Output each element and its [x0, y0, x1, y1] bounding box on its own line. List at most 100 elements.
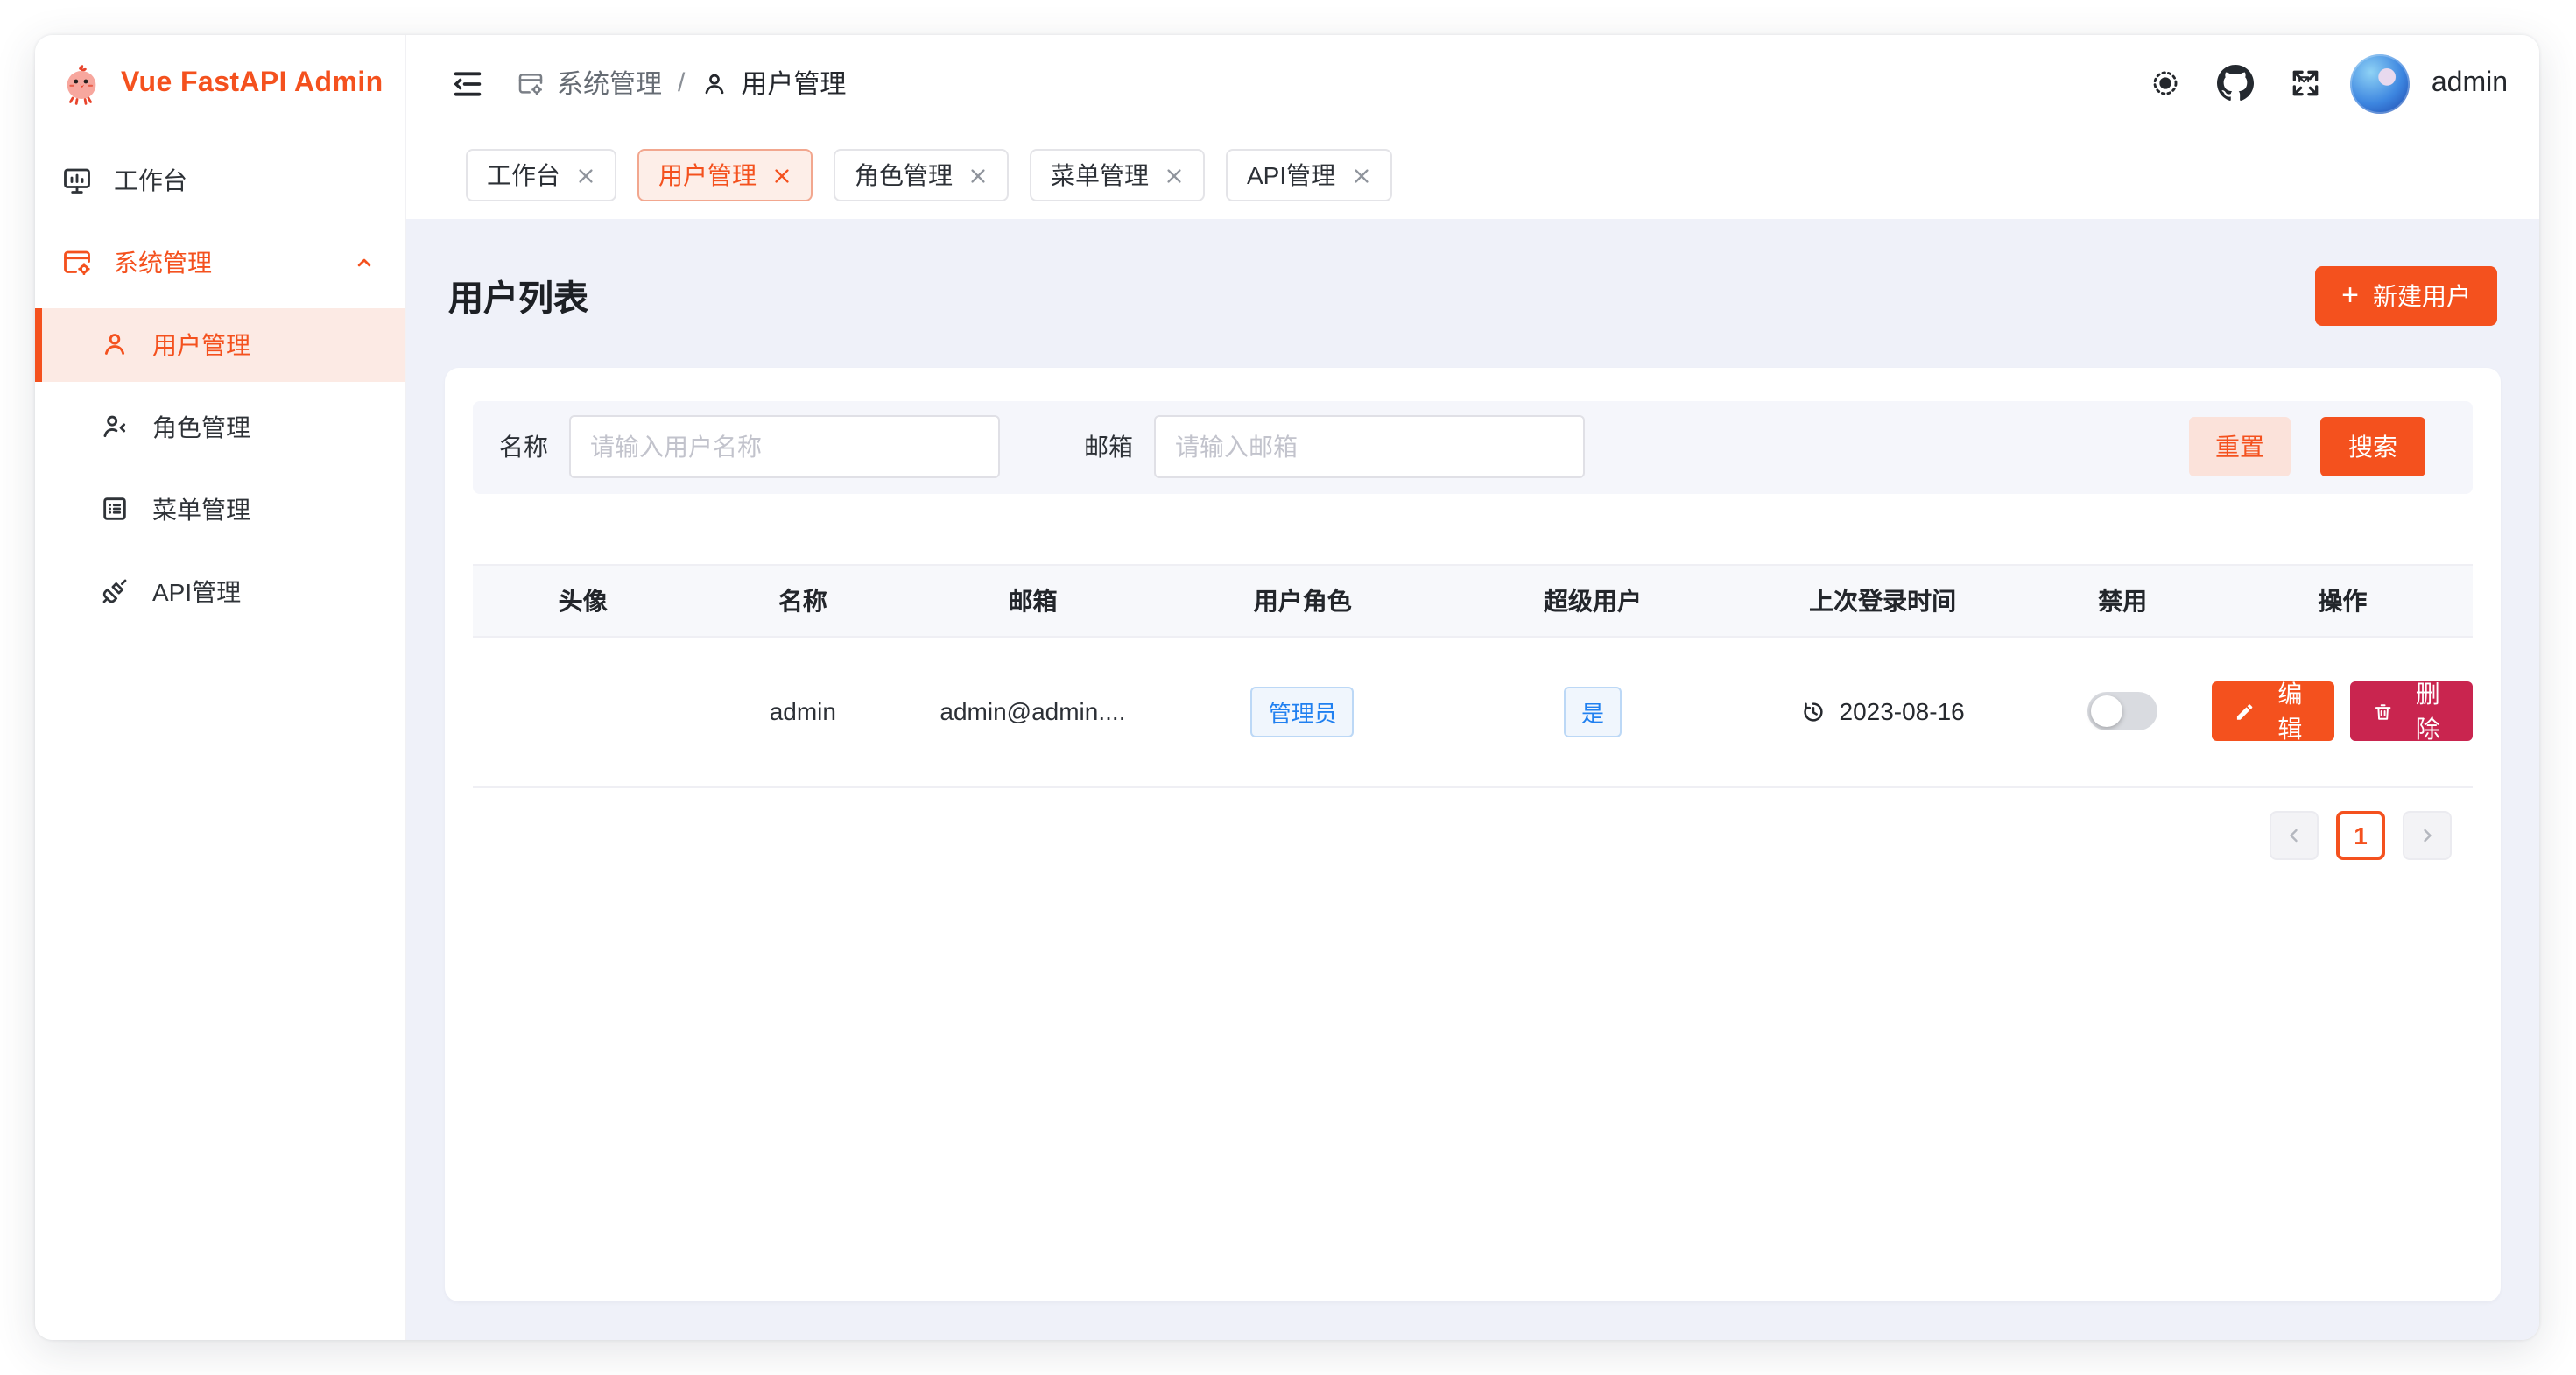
last-login-value: 2023-08-16: [1840, 698, 1965, 726]
email-field-label: 邮箱: [1084, 430, 1133, 465]
pencil-icon: [2235, 701, 2256, 723]
sidebar: Vue FastAPI Admin 工作台: [35, 35, 406, 1340]
tab-bar: 工作台 用户管理 角色管理: [406, 131, 2539, 219]
brand-title: Vue FastAPI Admin: [121, 67, 384, 99]
chick-logo-icon: [60, 60, 105, 106]
column-header-actions: 操作: [2213, 583, 2473, 618]
sidebar-item-label: 菜单管理: [152, 492, 250, 527]
tab-label: 工作台: [487, 158, 560, 193]
cell-role: 管理员: [1153, 687, 1453, 737]
sidebar-item-label: 工作台: [114, 163, 187, 198]
breadcrumb-separator: /: [678, 68, 685, 98]
tab-label: 菜单管理: [1051, 158, 1149, 193]
edit-button-label: 编辑: [2268, 682, 2312, 742]
github-icon[interactable]: [2211, 59, 2260, 108]
search-actions: 重置 搜索: [2189, 418, 2446, 477]
breadcrumb-label: 用户管理: [741, 65, 846, 102]
name-search-input[interactable]: [569, 416, 1000, 479]
theme-sun-icon[interactable]: [2141, 59, 2190, 108]
breadcrumb-item-system[interactable]: 系统管理: [517, 65, 662, 102]
user-avatar[interactable]: [2351, 53, 2411, 113]
cell-disabled: [2032, 693, 2213, 731]
breadcrumb: 系统管理 / 用户管理: [517, 65, 846, 102]
table-header-row: 头像 名称 邮箱 用户角色 超级用户 上次登录时间 禁用 操作: [473, 566, 2473, 638]
tab-apis[interactable]: API管理: [1226, 149, 1391, 201]
user-icon: [700, 69, 728, 97]
column-header-last-login: 上次登录时间: [1733, 583, 2033, 618]
column-header-superuser: 超级用户: [1453, 583, 1733, 618]
sidebar-menu: 工作台 系统管理: [35, 131, 405, 629]
cell-email: admin@admin....: [912, 698, 1152, 726]
window-settings-icon: [61, 247, 93, 279]
search-panel: 名称 邮箱 重置 搜索: [473, 401, 2473, 494]
users-table: 头像 名称 邮箱 用户角色 超级用户 上次登录时间 禁用 操作 admin: [473, 564, 2473, 788]
user-icon: [100, 329, 131, 361]
sidebar-item-label: 系统管理: [114, 245, 212, 280]
cell-superuser: 是: [1453, 687, 1733, 737]
api-plug-icon: [100, 576, 131, 608]
content-area: 用户列表 + 新建用户 名称 邮箱 重置: [406, 219, 2539, 1340]
sidebar-item-system[interactable]: 系统管理: [35, 226, 405, 300]
sidebar-item-label: API管理: [152, 575, 241, 610]
tab-label: 用户管理: [658, 158, 757, 193]
pagination-next-button[interactable]: [2403, 811, 2452, 860]
stage: Vue FastAPI Admin 工作台: [0, 0, 2576, 1375]
pagination: 1: [473, 811, 2473, 860]
sidebar-collapse-icon[interactable]: [443, 59, 492, 108]
tab-roles[interactable]: 角色管理: [834, 149, 1009, 201]
column-header-avatar: 头像: [473, 583, 693, 618]
topbar: 系统管理 / 用户管理: [406, 35, 2539, 131]
sidebar-item-apis[interactable]: API管理: [35, 555, 405, 629]
app-window: Vue FastAPI Admin 工作台: [35, 35, 2539, 1340]
delete-button-label: 删除: [2406, 682, 2450, 742]
sidebar-item-label: 角色管理: [152, 410, 250, 445]
main-column: 系统管理 / 用户管理: [406, 35, 2539, 1340]
sidebar-item-roles[interactable]: 角色管理: [35, 391, 405, 464]
trash-icon: [2373, 701, 2393, 723]
breadcrumb-item-users[interactable]: 用户管理: [700, 65, 846, 102]
new-user-button-label: 新建用户: [2373, 279, 2471, 314]
search-button[interactable]: 搜索: [2320, 418, 2425, 477]
fullscreen-icon[interactable]: [2281, 59, 2330, 108]
cell-name: admin: [693, 698, 912, 726]
cell-actions: 编辑 删除: [2213, 682, 2473, 742]
delete-button[interactable]: 删除: [2350, 682, 2472, 742]
tab-close-icon[interactable]: [968, 166, 988, 185]
superuser-tag: 是: [1564, 687, 1622, 737]
column-header-email: 邮箱: [912, 583, 1152, 618]
pagination-prev-button[interactable]: [2270, 811, 2319, 860]
pagination-page-1[interactable]: 1: [2336, 811, 2385, 860]
brand[interactable]: Vue FastAPI Admin: [35, 35, 405, 131]
tab-close-icon[interactable]: [576, 166, 595, 185]
new-user-button[interactable]: + 新建用户: [2315, 266, 2497, 326]
tab-menus[interactable]: 菜单管理: [1030, 149, 1205, 201]
role-tag: 管理员: [1251, 687, 1355, 737]
column-header-role: 用户角色: [1153, 583, 1453, 618]
plus-icon: +: [2341, 280, 2359, 310]
column-header-disabled: 禁用: [2032, 583, 2213, 618]
window-settings-icon: [517, 69, 545, 97]
sidebar-item-users[interactable]: 用户管理: [35, 308, 405, 382]
table-row: admin admin@admin.... 管理员 是: [473, 638, 2473, 788]
edit-button[interactable]: 编辑: [2213, 682, 2334, 742]
sidebar-item-workbench[interactable]: 工作台: [35, 144, 405, 217]
tab-users[interactable]: 用户管理: [637, 149, 813, 201]
tab-workbench[interactable]: 工作台: [466, 149, 616, 201]
user-list-card: 名称 邮箱 重置 搜索 头像 名称: [445, 368, 2501, 1301]
column-header-name: 名称: [693, 583, 912, 618]
username-label[interactable]: admin: [2432, 67, 2508, 99]
clock-history-icon: [1801, 699, 1827, 725]
tab-close-icon[interactable]: [1351, 166, 1370, 185]
tab-close-icon[interactable]: [772, 166, 792, 185]
tab-label: API管理: [1247, 158, 1335, 193]
sidebar-item-menus[interactable]: 菜单管理: [35, 473, 405, 546]
reset-button[interactable]: 重置: [2189, 418, 2291, 477]
name-field-label: 名称: [499, 430, 548, 465]
breadcrumb-label: 系统管理: [557, 65, 662, 102]
tab-label: 角色管理: [855, 158, 953, 193]
tab-close-icon[interactable]: [1165, 166, 1184, 185]
email-search-input[interactable]: [1154, 416, 1585, 479]
disabled-toggle[interactable]: [2087, 693, 2157, 731]
chevron-right-icon: [2417, 825, 2438, 846]
toggle-knob: [2091, 696, 2122, 728]
